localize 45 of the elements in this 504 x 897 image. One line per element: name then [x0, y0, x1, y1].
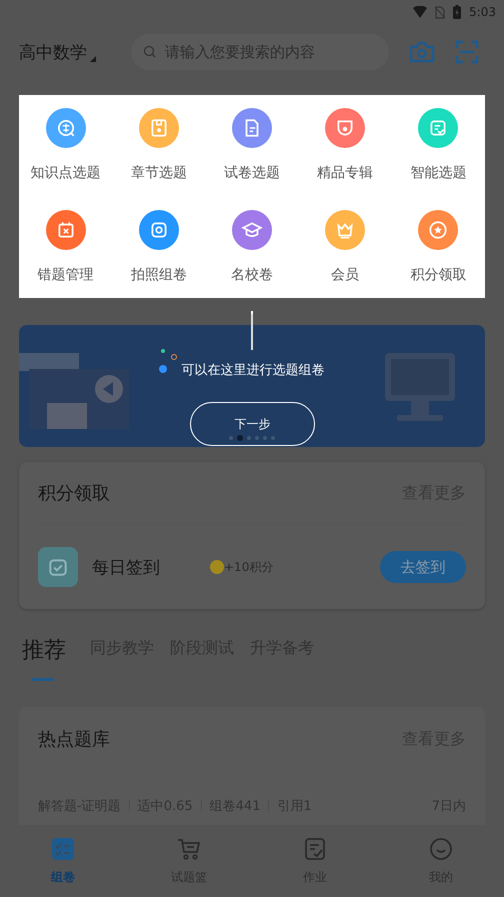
shortcut-label[interactable]: 智能选题	[410, 163, 466, 183]
camera-icon[interactable]	[409, 41, 435, 63]
shortcut-label[interactable]: 知识点选题	[30, 163, 101, 183]
shortcut-label[interactable]: 错题管理	[38, 265, 94, 285]
smiley-icon	[429, 836, 453, 860]
card-title: 积分领取	[38, 482, 110, 505]
guide-ring-decoration	[171, 354, 177, 360]
shortcut-label[interactable]: 精品专辑	[317, 163, 374, 183]
shortcut-icon[interactable]	[232, 108, 272, 148]
shortcut-icon[interactable]	[138, 210, 179, 250]
shortcut-label[interactable]: 积分领取	[410, 265, 466, 285]
shortcut-label[interactable]: 会员	[331, 265, 360, 285]
scan-icon[interactable]	[455, 40, 479, 64]
battery-icon	[453, 5, 462, 19]
dropdown-triangle-icon	[90, 56, 96, 62]
shortcut-icon[interactable]	[325, 108, 366, 148]
shortcut-icon[interactable]	[325, 210, 366, 250]
cart-icon	[177, 836, 201, 860]
status-time: 5:03	[469, 5, 496, 19]
shortcut-icon[interactable]	[418, 108, 458, 148]
search-icon	[143, 45, 157, 59]
coin-icon	[210, 560, 224, 574]
guide-dot-decoration	[161, 349, 165, 353]
sign-in-button[interactable]: 去签到	[380, 551, 466, 583]
shortcut-icon[interactable]	[138, 108, 179, 148]
card-title: 热点题库	[38, 728, 110, 751]
task-name: 每日签到	[92, 556, 161, 578]
carousel-dot[interactable]	[237, 435, 243, 441]
shortcut-label[interactable]: 拍照组卷	[130, 265, 187, 285]
shortcut-icon[interactable]	[46, 108, 86, 148]
wifi-icon	[413, 6, 428, 18]
subject-selector[interactable]: 高中数学	[19, 40, 131, 64]
document-check-icon	[303, 836, 327, 860]
no-sim-icon	[435, 6, 446, 18]
guide-tooltip-text: 可以在这里进行选题组卷	[180, 362, 326, 379]
shortcut-label[interactable]: 章节选题	[130, 163, 187, 183]
shortcut-icon[interactable]	[232, 210, 272, 250]
calendar-check-icon	[38, 547, 78, 587]
nav-tab[interactable]: 组卷	[0, 825, 126, 897]
checklist-icon	[51, 836, 75, 860]
shortcut-icon[interactable]	[418, 210, 458, 250]
next-step-button[interactable]: 下一步	[190, 402, 315, 446]
shortcut-label[interactable]: 试卷选题	[224, 163, 280, 183]
shortcut-icon[interactable]	[46, 210, 86, 250]
shortcut-label[interactable]: 名校卷	[230, 265, 273, 285]
